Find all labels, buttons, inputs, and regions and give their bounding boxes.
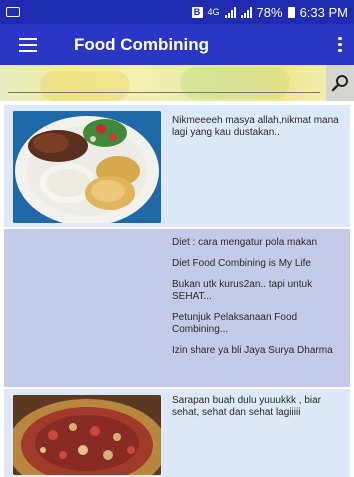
- food-plate-photo: [13, 111, 161, 223]
- item-caption: Diet Food Combining is My Life: [172, 258, 311, 269]
- status-bar: B 4G 78% 6:33 PM: [0, 0, 354, 24]
- post-list: Nikmeeeeh masya allah,nikmat mana lagi y…: [4, 101, 350, 477]
- item-caption: Bukan utk kurus2an.. tapi untuk SEHAT...: [172, 279, 313, 302]
- item-caption: Izin share ya bli Jaya Surya Dharma: [172, 345, 333, 356]
- search-icon: [331, 75, 348, 92]
- message-icon: [6, 7, 20, 17]
- search-button[interactable]: [326, 65, 354, 101]
- search-bar: [0, 65, 354, 101]
- item-caption: Petunjuk Pelaksanaan Food Combining...: [172, 312, 298, 335]
- item-caption: Sarapan buah dulu yuuukkk , biar sehat, …: [172, 395, 321, 418]
- battery-percent: 78%: [256, 4, 283, 20]
- item-captions: Nikmeeeeh masya allah,nikmat mana lagi y…: [172, 115, 344, 148]
- network-type: 4G: [207, 6, 220, 17]
- hamburger-menu-icon[interactable]: [0, 24, 56, 65]
- item-caption: Diet : cara mengatur pola makan: [172, 237, 318, 248]
- fruit-dish-photo: [13, 395, 161, 475]
- battery-icon: [287, 6, 295, 18]
- item-captions: Diet : cara mengatur pola makan Diet Foo…: [172, 237, 344, 366]
- item-caption: Nikmeeeeh masya allah,nikmat mana lagi y…: [172, 115, 339, 138]
- item-captions: Sarapan buah dulu yuuukkk , biar sehat, …: [172, 395, 344, 428]
- list-item[interactable]: Sarapan buah dulu yuuukkk , biar sehat, …: [4, 389, 350, 477]
- clock: 6:33 PM: [299, 4, 348, 20]
- list-item[interactable]: Nikmeeeeh masya allah,nikmat mana lagi y…: [4, 105, 350, 227]
- search-input[interactable]: [8, 73, 320, 93]
- signal-icon-2: [240, 6, 252, 18]
- overflow-menu-icon[interactable]: [326, 24, 354, 65]
- list-item[interactable]: Diet : cara mengatur pola makan Diet Foo…: [4, 229, 350, 387]
- signal-icon: [224, 6, 236, 18]
- app-bar: Food Combining: [0, 24, 354, 65]
- app-title: Food Combining: [74, 34, 210, 54]
- b-icon: B: [191, 6, 203, 18]
